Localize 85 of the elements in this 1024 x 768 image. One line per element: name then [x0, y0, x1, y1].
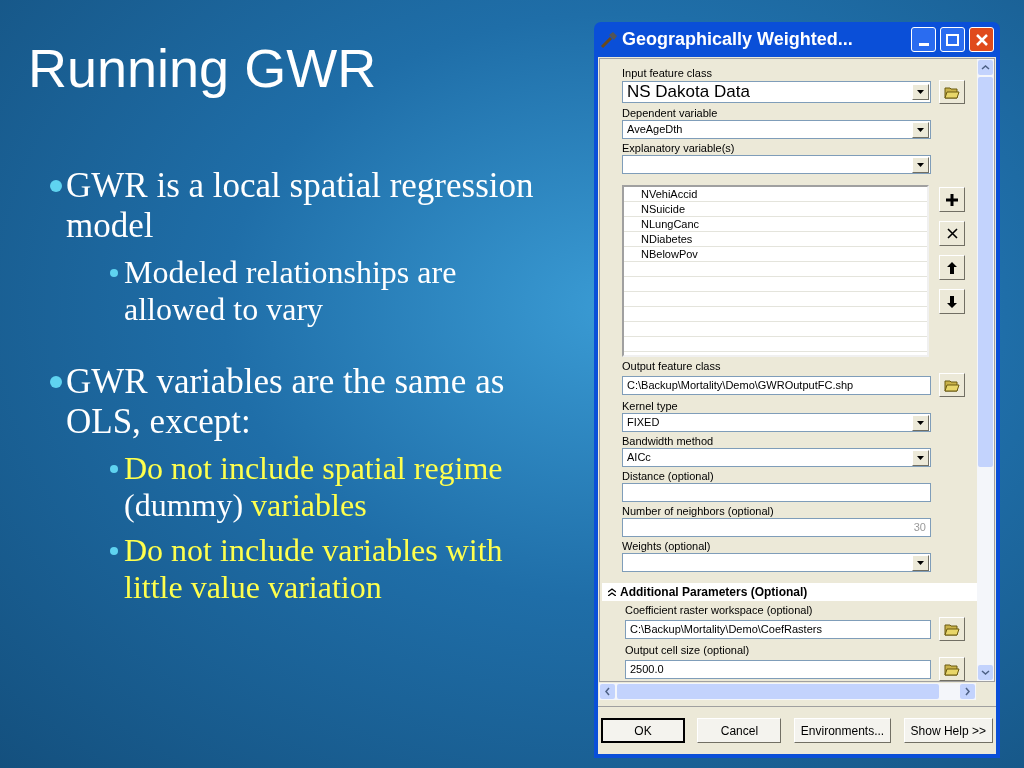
caret-icon [917, 127, 924, 132]
dropdown-button[interactable] [912, 414, 929, 431]
list-tool-button[interactable] [939, 289, 965, 314]
browse-button[interactable] [939, 617, 965, 641]
bullet-icon [110, 465, 118, 473]
dropdown-button[interactable] [912, 121, 929, 138]
field-label: Input feature class [622, 67, 713, 80]
slide-title: Running GWR [28, 37, 378, 100]
input-field[interactable] [622, 483, 931, 502]
bullet-text: Do not include variables with little value variation [124, 532, 504, 606]
scroll-up-icon [977, 59, 994, 76]
scroll-left-icon [599, 683, 616, 700]
caret-icon [917, 420, 924, 425]
bullet-text: Do not include spatial regime (dummy) variables [124, 450, 504, 524]
dialog-button[interactable]: Cancel [697, 718, 782, 743]
field-label: Dependent variable [622, 107, 719, 120]
list-item[interactable]: NLungCanc [624, 215, 700, 233]
folder-icon [944, 85, 960, 99]
caret-icon [917, 455, 924, 460]
field-label: Explanatory variable(s) [622, 142, 736, 155]
browse-button[interactable] [939, 373, 965, 397]
minimize-icon [918, 43, 929, 46]
horizontal-scrollbar[interactable] [599, 683, 976, 700]
section-header[interactable]: Additional Parameters (Optional) [602, 583, 977, 601]
list-tool-button[interactable] [939, 221, 965, 246]
list-tool-button[interactable] [939, 187, 965, 212]
list-item[interactable]: NBelowPov [624, 245, 698, 263]
dropdown-button[interactable] [912, 449, 929, 466]
bullet-icon [50, 180, 62, 192]
dropdown-button[interactable] [912, 156, 929, 173]
field-label: Output cell size (optional) [625, 644, 751, 657]
dropdown-field[interactable]: NS Dakota Data [622, 81, 931, 103]
arrow-up-icon [947, 261, 957, 274]
browse-button[interactable] [939, 657, 965, 681]
input-field[interactable]: 2500.0 [625, 659, 931, 679]
arrow-down-icon [947, 295, 957, 308]
dialog-button[interactable]: OK [601, 718, 685, 743]
caret-icon [917, 90, 924, 94]
dropdown-field[interactable] [622, 155, 931, 174]
folder-icon [944, 662, 960, 676]
hammer-icon [600, 30, 618, 49]
maximize-button[interactable] [940, 27, 965, 52]
vertical-scrollbar[interactable] [977, 59, 994, 681]
dropdown-field[interactable]: AveAgeDth [622, 120, 931, 139]
bullet-text: Modeled relationships are allowed to vary [124, 254, 458, 328]
plus-icon [946, 193, 958, 206]
bullet-text: GWR variables are the same as OLS, except: [66, 362, 506, 442]
field-label: Number of neighbors (optional) [622, 505, 775, 518]
dialog-button[interactable]: Environments... [793, 718, 892, 743]
input-field[interactable]: C:\Backup\Mortality\Demo\GWROutputFC.shp [622, 375, 931, 395]
close-button[interactable] [969, 27, 994, 52]
scroll-right-icon [959, 683, 976, 700]
field-label: Kernel type [622, 400, 679, 413]
field-label: Bandwidth method [622, 435, 715, 448]
dropdown-field[interactable] [622, 553, 931, 572]
field-label: Weights (optional) [622, 540, 712, 553]
browse-button[interactable] [939, 80, 965, 104]
list-item[interactable]: NDiabetes [624, 230, 693, 248]
input-field[interactable]: C:\Backup\Mortality\Demo\CoefRasters [625, 619, 931, 639]
dropdown-button[interactable] [912, 84, 929, 100]
close-icon [975, 33, 988, 46]
bullet-icon [110, 547, 118, 555]
scroll-down-icon [977, 664, 994, 681]
bullet-icon [50, 376, 62, 388]
maximize-icon [946, 33, 959, 46]
dropdown-field[interactable]: AICc [622, 448, 931, 467]
minimize-button[interactable] [911, 27, 936, 52]
caret-icon [917, 560, 924, 565]
list-item[interactable]: NVehiAccid [624, 187, 698, 203]
dialog-button[interactable]: Show Help >> [903, 718, 993, 743]
collapse-icon [608, 588, 616, 596]
folder-icon [944, 378, 960, 392]
window-title: Geographically Weighted... [622, 28, 854, 51]
field-label: Distance (optional) [622, 470, 715, 483]
field-label: Coefficient raster workspace (optional) [625, 604, 814, 617]
field-label: Output feature class [622, 360, 722, 373]
dropdown-field[interactable]: FIXED [622, 413, 931, 432]
bullet-icon [110, 269, 118, 277]
dropdown-button[interactable] [912, 554, 929, 571]
list-tool-button[interactable] [939, 255, 965, 280]
bullet-text: GWR is a local spatial regression model [66, 166, 535, 246]
list-item[interactable]: NSuicide [624, 200, 686, 218]
folder-icon [944, 622, 960, 636]
caret-icon [917, 162, 924, 167]
close-icon [946, 228, 958, 239]
